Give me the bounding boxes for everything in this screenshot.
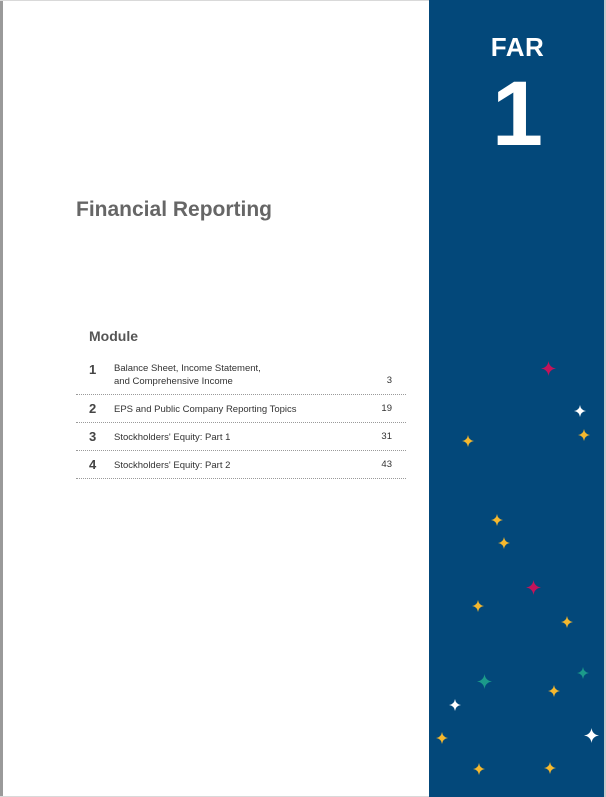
table-of-contents: 1 Balance Sheet, Income Statement, and C… (76, 356, 406, 479)
sparkle-icon (525, 579, 541, 595)
toc-item-3[interactable]: 3 Stockholders' Equity: Part 1 31 (76, 423, 406, 451)
sparkle-icon (436, 732, 448, 744)
sparkle-icon (577, 667, 589, 679)
toc-item-page: 31 (381, 431, 392, 442)
toc-item-page: 3 (386, 375, 392, 386)
section-number: 1 (491, 63, 544, 165)
sparkle-icon (574, 405, 586, 417)
toc-item-number: 4 (89, 457, 97, 472)
toc-item-1[interactable]: 1 Balance Sheet, Income Statement, and C… (76, 356, 406, 395)
sparkle-icon (544, 762, 556, 774)
sparkle-icon (583, 727, 599, 743)
sparkle-icon (540, 360, 556, 376)
toc-item-page: 19 (381, 403, 392, 414)
sparkle-icon (578, 429, 590, 441)
sparkle-icon (548, 685, 560, 697)
toc-item-number: 3 (89, 429, 97, 444)
page-top-border (0, 0, 430, 1)
section-code: FAR (490, 32, 545, 62)
toc-item-2[interactable]: 2 EPS and Public Company Reporting Topic… (76, 395, 406, 423)
sparkle-icon (491, 514, 503, 526)
toc-heading: Module (89, 328, 138, 344)
toc-item-label: EPS and Public Company Reporting Topics (114, 404, 297, 415)
section-sidebar-panel: FAR 1 (429, 0, 606, 797)
toc-item-label: Balance Sheet, Income Statement, (114, 363, 261, 374)
toc-item-label: Stockholders' Equity: Part 2 (114, 460, 231, 471)
toc-item-label-continued: and Comprehensive Income (114, 376, 233, 387)
sparkle-icon (473, 763, 485, 775)
sparkle-icon (498, 537, 510, 549)
toc-item-number: 1 (89, 362, 97, 377)
sparkle-icon (462, 435, 474, 447)
sparkle-icon (472, 600, 484, 612)
toc-item-number: 2 (89, 401, 97, 416)
page-left-border (0, 0, 3, 797)
sparkle-icon (476, 673, 492, 689)
sparkle-icon (449, 699, 461, 711)
sparkle-icon (561, 616, 573, 628)
toc-item-page: 43 (381, 459, 392, 470)
page-title: Financial Reporting (76, 198, 273, 221)
toc-item-label: Stockholders' Equity: Part 1 (114, 432, 231, 443)
toc-item-4[interactable]: 4 Stockholders' Equity: Part 2 43 (76, 451, 406, 479)
